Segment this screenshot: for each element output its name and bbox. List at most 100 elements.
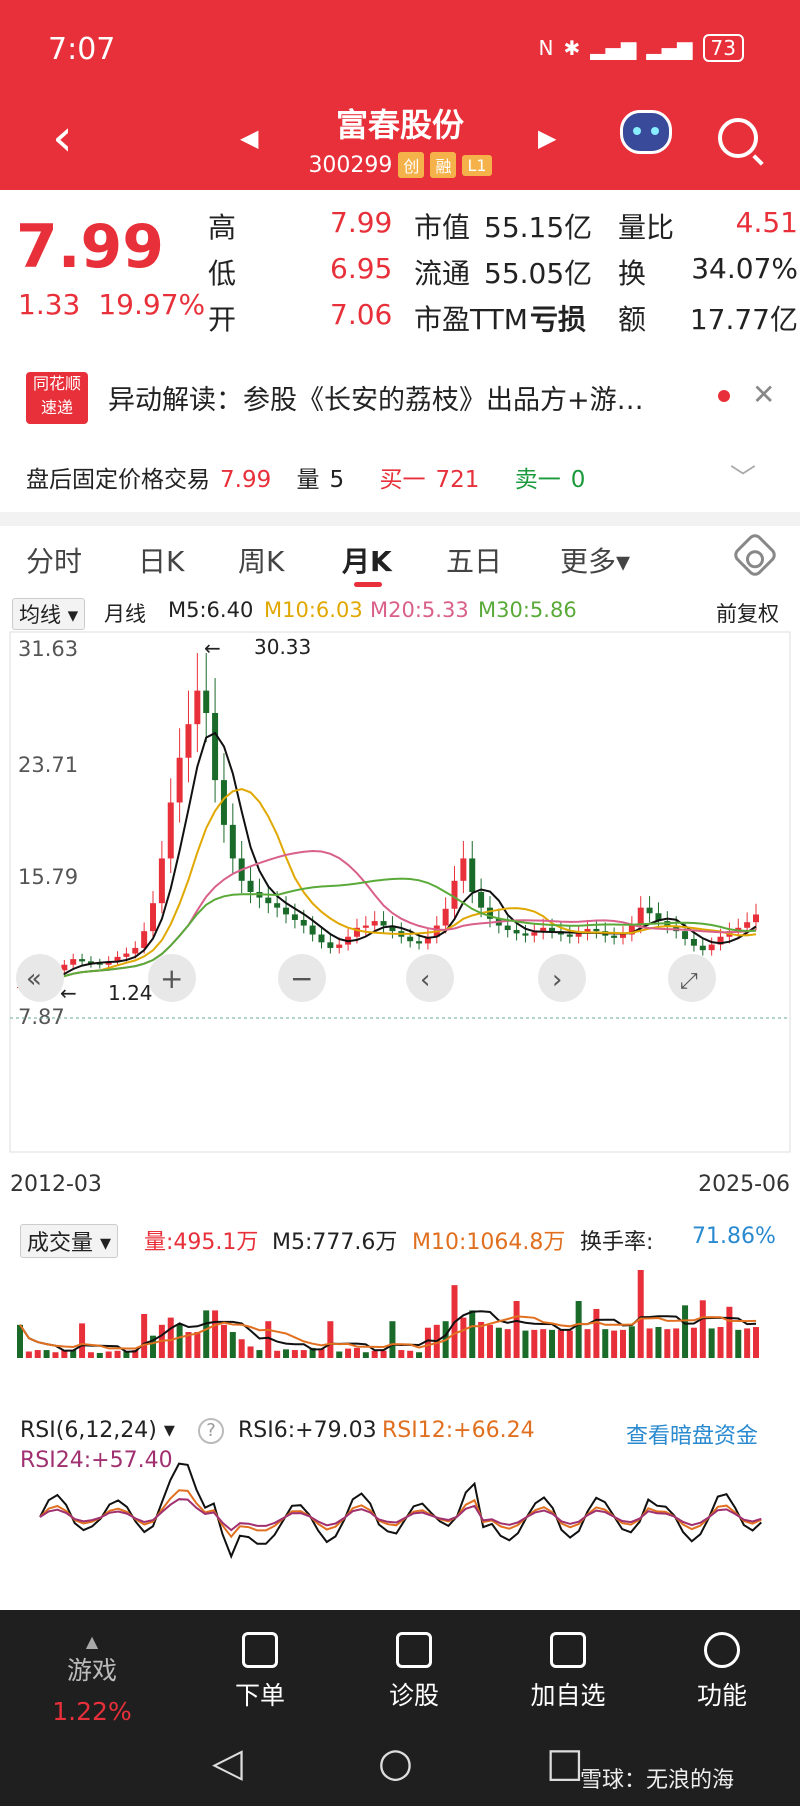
volume-value: 量:495.1万 xyxy=(144,1230,259,1255)
volume-bar xyxy=(504,1329,511,1358)
nav-add-watchlist[interactable]: 加自选 xyxy=(508,1632,628,1712)
close-icon[interactable]: ✕ xyxy=(752,378,775,411)
candle-body xyxy=(744,922,751,928)
candle-body xyxy=(318,934,325,943)
volume-bar xyxy=(274,1350,281,1358)
value-float: 55.05亿 xyxy=(484,257,593,290)
ma-legend: 均线 ▾ 月线 M5:6.40 M10:6.03 M20:5.33 M30:5.… xyxy=(0,596,800,630)
volume-bar xyxy=(87,1352,94,1358)
nav-diagnose[interactable]: 诊股 xyxy=(354,1632,474,1712)
sell1-value: 0 xyxy=(570,467,586,493)
candle-body xyxy=(469,858,476,892)
nav-functions[interactable]: 功能 xyxy=(662,1632,782,1712)
chevron-left-icon: ‹ xyxy=(420,965,430,995)
volume-bar xyxy=(619,1329,626,1358)
battery-indicator: 73 xyxy=(702,34,744,62)
candle-body xyxy=(531,932,538,936)
tab-monthly[interactable]: 月K xyxy=(342,540,392,580)
volume-bar xyxy=(362,1352,369,1358)
candle-body xyxy=(309,925,316,935)
sell1-label: 卖一 xyxy=(514,467,561,493)
candle-body xyxy=(362,925,369,928)
candle-body xyxy=(141,931,148,948)
candle-body xyxy=(407,936,414,942)
value-volratio: 4.51 xyxy=(735,206,798,239)
nav-game[interactable]: ▲ 游戏 1.22% xyxy=(32,1632,152,1726)
after-hours-price: 7.99 xyxy=(220,467,272,493)
candle-body xyxy=(593,928,600,932)
volume-bar xyxy=(628,1326,635,1358)
volume-bar xyxy=(495,1327,502,1358)
volume-bar xyxy=(167,1317,174,1358)
active-tab-indicator xyxy=(354,582,382,587)
y-tick-label: 31.63 xyxy=(18,637,78,661)
volume-bar xyxy=(664,1329,671,1358)
ma-type-dropdown[interactable]: 均线 ▾ xyxy=(12,598,86,630)
signal2-icon: ▂▄▆ xyxy=(646,36,693,60)
volume-bar xyxy=(726,1306,733,1358)
signal-icon: ▂▄▆ xyxy=(590,36,637,60)
news-headline[interactable]: 异动解读：参股《长安的荔枝》出品方+游… xyxy=(108,378,708,417)
candle-body xyxy=(646,907,653,914)
volume-dropdown[interactable]: 成交量 ▾ xyxy=(20,1224,119,1258)
candle-body xyxy=(185,724,192,758)
y-tick-label: 15.79 xyxy=(18,865,78,889)
ths-logo: 同花顺 速递 xyxy=(26,372,88,424)
chevron-down-icon[interactable]: ﹀ xyxy=(730,458,756,495)
adjust-mode[interactable]: 前复权 xyxy=(716,598,779,628)
tab-more[interactable]: 更多▾ xyxy=(560,540,630,580)
stock-code: 300299 xyxy=(308,152,393,178)
unread-dot xyxy=(718,390,730,402)
nav-order[interactable]: 下单 xyxy=(200,1632,320,1712)
volume-bar xyxy=(336,1351,343,1358)
volume-bar xyxy=(744,1328,751,1358)
x-end-date: 2025-06 xyxy=(698,1172,790,1197)
volume-bar xyxy=(593,1308,600,1358)
volume-bar xyxy=(690,1327,697,1358)
volume-bar xyxy=(114,1350,121,1358)
volume-bar xyxy=(424,1327,431,1358)
next-stock-icon[interactable]: ▶ xyxy=(538,124,556,152)
tab-weekly[interactable]: 周K xyxy=(238,540,284,580)
quote-grid: 高 7.99 市值 55.15亿 量比 4.51 低 6.95 流通 55.05… xyxy=(208,206,798,344)
system-recents-icon[interactable]: □ xyxy=(546,1740,584,1786)
rsi-chart[interactable] xyxy=(0,1432,800,1602)
status-icons: N ✱ ▂▄▆ ▂▄▆ 73 xyxy=(539,34,744,62)
price-change: 1.33 19.97% xyxy=(18,288,205,321)
search-icon[interactable] xyxy=(718,118,758,158)
label-mktcap: 市值 xyxy=(414,211,471,244)
tab-fiveday[interactable]: 五日 xyxy=(446,540,502,580)
after-hours-row[interactable]: 盘后固定价格交易 7.99 量5 买一 721 卖一 0 xyxy=(26,460,595,494)
system-home-icon[interactable]: ○ xyxy=(378,1740,413,1786)
max-arrow: ← xyxy=(204,636,221,660)
volume-bar xyxy=(646,1328,653,1358)
volume-chart[interactable] xyxy=(0,1258,800,1368)
volume-bar xyxy=(549,1329,556,1358)
tab-daily[interactable]: 日K xyxy=(138,540,184,580)
volume-bar xyxy=(540,1329,547,1358)
volume-bar xyxy=(17,1324,23,1358)
candle-body xyxy=(176,757,183,803)
volume-bar xyxy=(673,1328,680,1358)
candle-body xyxy=(336,944,343,948)
kline-chart[interactable]: 31.63 23.71 15.79 7.87 ← 30.33 ← 1.24 « … xyxy=(0,630,800,1190)
value-low: 6.95 xyxy=(330,252,393,285)
candle-body xyxy=(522,933,529,936)
candle-body xyxy=(203,690,210,713)
nav-functions-label: 功能 xyxy=(696,1681,747,1710)
candle-body xyxy=(167,802,174,859)
ma-period: 月线 xyxy=(104,602,146,626)
volume-bar xyxy=(52,1352,59,1358)
status-time: 7:07 xyxy=(48,32,116,67)
tab-timeshare[interactable]: 分时 xyxy=(26,540,82,580)
back-icon[interactable]: ‹ xyxy=(52,112,73,164)
ma30-value: M30:5.86 xyxy=(478,598,577,622)
assistant-robot-icon[interactable] xyxy=(620,110,672,154)
candle-body xyxy=(442,908,449,926)
system-back-icon[interactable]: ◁ xyxy=(212,1740,243,1786)
buy1-value: 721 xyxy=(435,467,480,493)
candle-body xyxy=(690,938,697,946)
candle-body xyxy=(158,858,165,904)
candle-body xyxy=(265,897,272,904)
candle-body xyxy=(212,712,219,781)
